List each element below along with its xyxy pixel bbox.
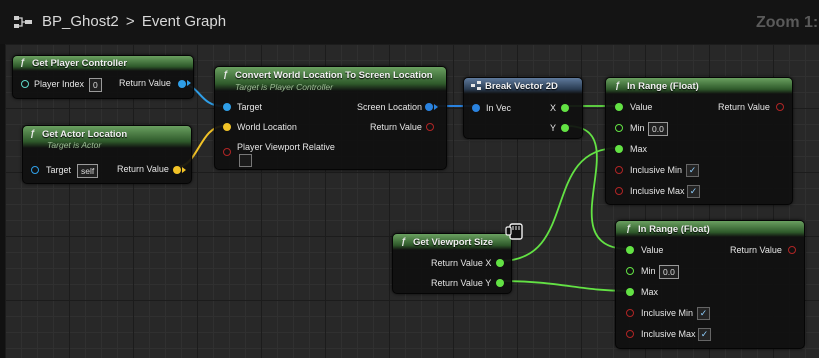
min-pin[interactable]	[626, 267, 634, 275]
function-icon: ƒ	[401, 236, 407, 246]
world-location-label: World Location	[237, 122, 297, 132]
return-value-y-label: Return Value Y	[431, 278, 492, 288]
return-value-label: Return Value	[117, 164, 169, 174]
return-value-label: Return Value	[370, 122, 422, 132]
inclusive-min-label: Inclusive Min	[630, 165, 683, 175]
inclusive-min-label: Inclusive Min	[641, 308, 694, 318]
viewport-relative-label: Player Viewport Relative	[237, 142, 335, 152]
min-field[interactable]: 0.0	[659, 265, 679, 279]
function-icon: ƒ	[30, 128, 36, 138]
node-title: Get Viewport Size	[413, 237, 494, 248]
world-location-pin[interactable]	[223, 123, 231, 131]
node-title: In Range (Float)	[638, 224, 710, 235]
min-pin[interactable]	[615, 124, 623, 132]
x-pin[interactable]	[561, 104, 569, 112]
function-icon: ƒ	[615, 80, 621, 90]
max-pin[interactable]	[615, 145, 623, 153]
return-value-label: Return Value	[119, 78, 171, 88]
target-label: Target	[46, 165, 72, 175]
node-subtitle: Target is Player Controller	[235, 82, 333, 92]
player-index-pin[interactable]	[21, 80, 29, 88]
node-get-player-controller[interactable]: ƒ Get Player Controller Player Index 0 R…	[12, 55, 194, 99]
target-pin[interactable]	[223, 103, 231, 111]
return-value-x-label: Return Value X	[431, 258, 492, 268]
value-pin[interactable]	[615, 103, 623, 111]
return-value-y-pin[interactable]	[496, 279, 504, 287]
screen-location-pin[interactable]	[425, 103, 433, 111]
value-pin[interactable]	[626, 246, 634, 254]
pin-arrow	[434, 104, 438, 110]
player-index-label: Player Index	[34, 79, 85, 89]
wire-viewportx-to-max[interactable]	[499, 147, 619, 262]
return-value-pin[interactable]	[776, 103, 784, 111]
inclusive-min-pin[interactable]	[626, 309, 634, 317]
node-title: Break Vector 2D	[485, 81, 558, 92]
pin-arrow	[182, 167, 186, 173]
x-label: X	[550, 103, 557, 113]
inclusive-max-label: Inclusive Max	[630, 186, 685, 196]
inclusive-max-checkbox[interactable]: ✓	[698, 328, 711, 341]
function-icon: ƒ	[223, 69, 229, 79]
node-in-range-float-2[interactable]: ƒ In Range (Float) Value Return Value Mi…	[615, 220, 805, 349]
y-pin[interactable]	[561, 124, 569, 132]
max-pin[interactable]	[626, 288, 634, 296]
player-index-field[interactable]: 0	[89, 78, 102, 92]
y-label: Y	[550, 123, 557, 133]
viewport-relative-checkbox[interactable]	[239, 154, 252, 167]
screen-location-label: Screen Location	[357, 102, 423, 112]
pin-arrow	[187, 80, 191, 86]
return-value-pin[interactable]	[426, 123, 434, 131]
inclusive-min-checkbox[interactable]: ✓	[697, 307, 710, 320]
min-label: Min	[641, 266, 656, 276]
node-title: Get Actor Location	[42, 129, 128, 140]
max-label: Max	[630, 144, 648, 154]
hand-cursor-icon	[505, 223, 523, 240]
inclusive-min-pin[interactable]	[615, 166, 623, 174]
in-vec-label: In Vec	[486, 103, 512, 113]
min-field[interactable]: 0.0	[648, 122, 668, 136]
return-value-label: Return Value	[730, 245, 782, 255]
wire-viewporty-to-max2[interactable]	[499, 280, 630, 292]
inclusive-max-pin[interactable]	[615, 187, 623, 195]
node-in-range-float-1[interactable]: ƒ In Range (Float) Value Return Value Mi…	[605, 77, 793, 205]
function-icon: ƒ	[20, 57, 26, 67]
return-value-x-pin[interactable]	[496, 259, 504, 267]
node-title: In Range (Float)	[627, 81, 699, 92]
node-get-viewport-size[interactable]: ƒ Get Viewport Size Return Value X Retur…	[392, 233, 512, 294]
function-icon: ƒ	[626, 223, 632, 233]
node-title: Get Player Controller	[32, 58, 128, 69]
break-struct-icon	[471, 81, 481, 90]
min-label: Min	[630, 123, 645, 133]
node-subtitle: Target is Actor	[47, 140, 102, 150]
inclusive-max-label: Inclusive Max	[641, 329, 696, 339]
value-label: Value	[641, 245, 664, 255]
node-break-vector-2d[interactable]: Break Vector 2D In Vec X Y	[463, 77, 583, 139]
inclusive-max-pin[interactable]	[626, 330, 634, 338]
inclusive-min-checkbox[interactable]: ✓	[686, 164, 699, 177]
return-value-label: Return Value	[718, 102, 770, 112]
max-label: Max	[641, 287, 659, 297]
return-value-pin[interactable]	[173, 166, 181, 174]
inclusive-max-checkbox[interactable]: ✓	[687, 185, 700, 198]
in-vec-pin[interactable]	[472, 104, 480, 112]
viewport-relative-pin[interactable]	[223, 148, 231, 156]
node-title: Convert World Location To Screen Locatio…	[235, 70, 433, 81]
blueprint-editor: BP_Ghost2 > Event Graph Zoom 1:1 ƒ Get P…	[0, 0, 819, 358]
target-pin[interactable]	[31, 166, 39, 174]
return-value-pin[interactable]	[178, 80, 186, 88]
target-self-field[interactable]: self	[77, 164, 99, 178]
return-value-pin[interactable]	[788, 246, 796, 254]
node-get-actor-location[interactable]: ƒ Get Actor Location Target is Actor Tar…	[22, 125, 192, 184]
target-label: Target	[237, 102, 263, 112]
node-convert-world-to-screen[interactable]: ƒ Convert World Location To Screen Locat…	[214, 66, 447, 170]
value-label: Value	[630, 102, 653, 112]
